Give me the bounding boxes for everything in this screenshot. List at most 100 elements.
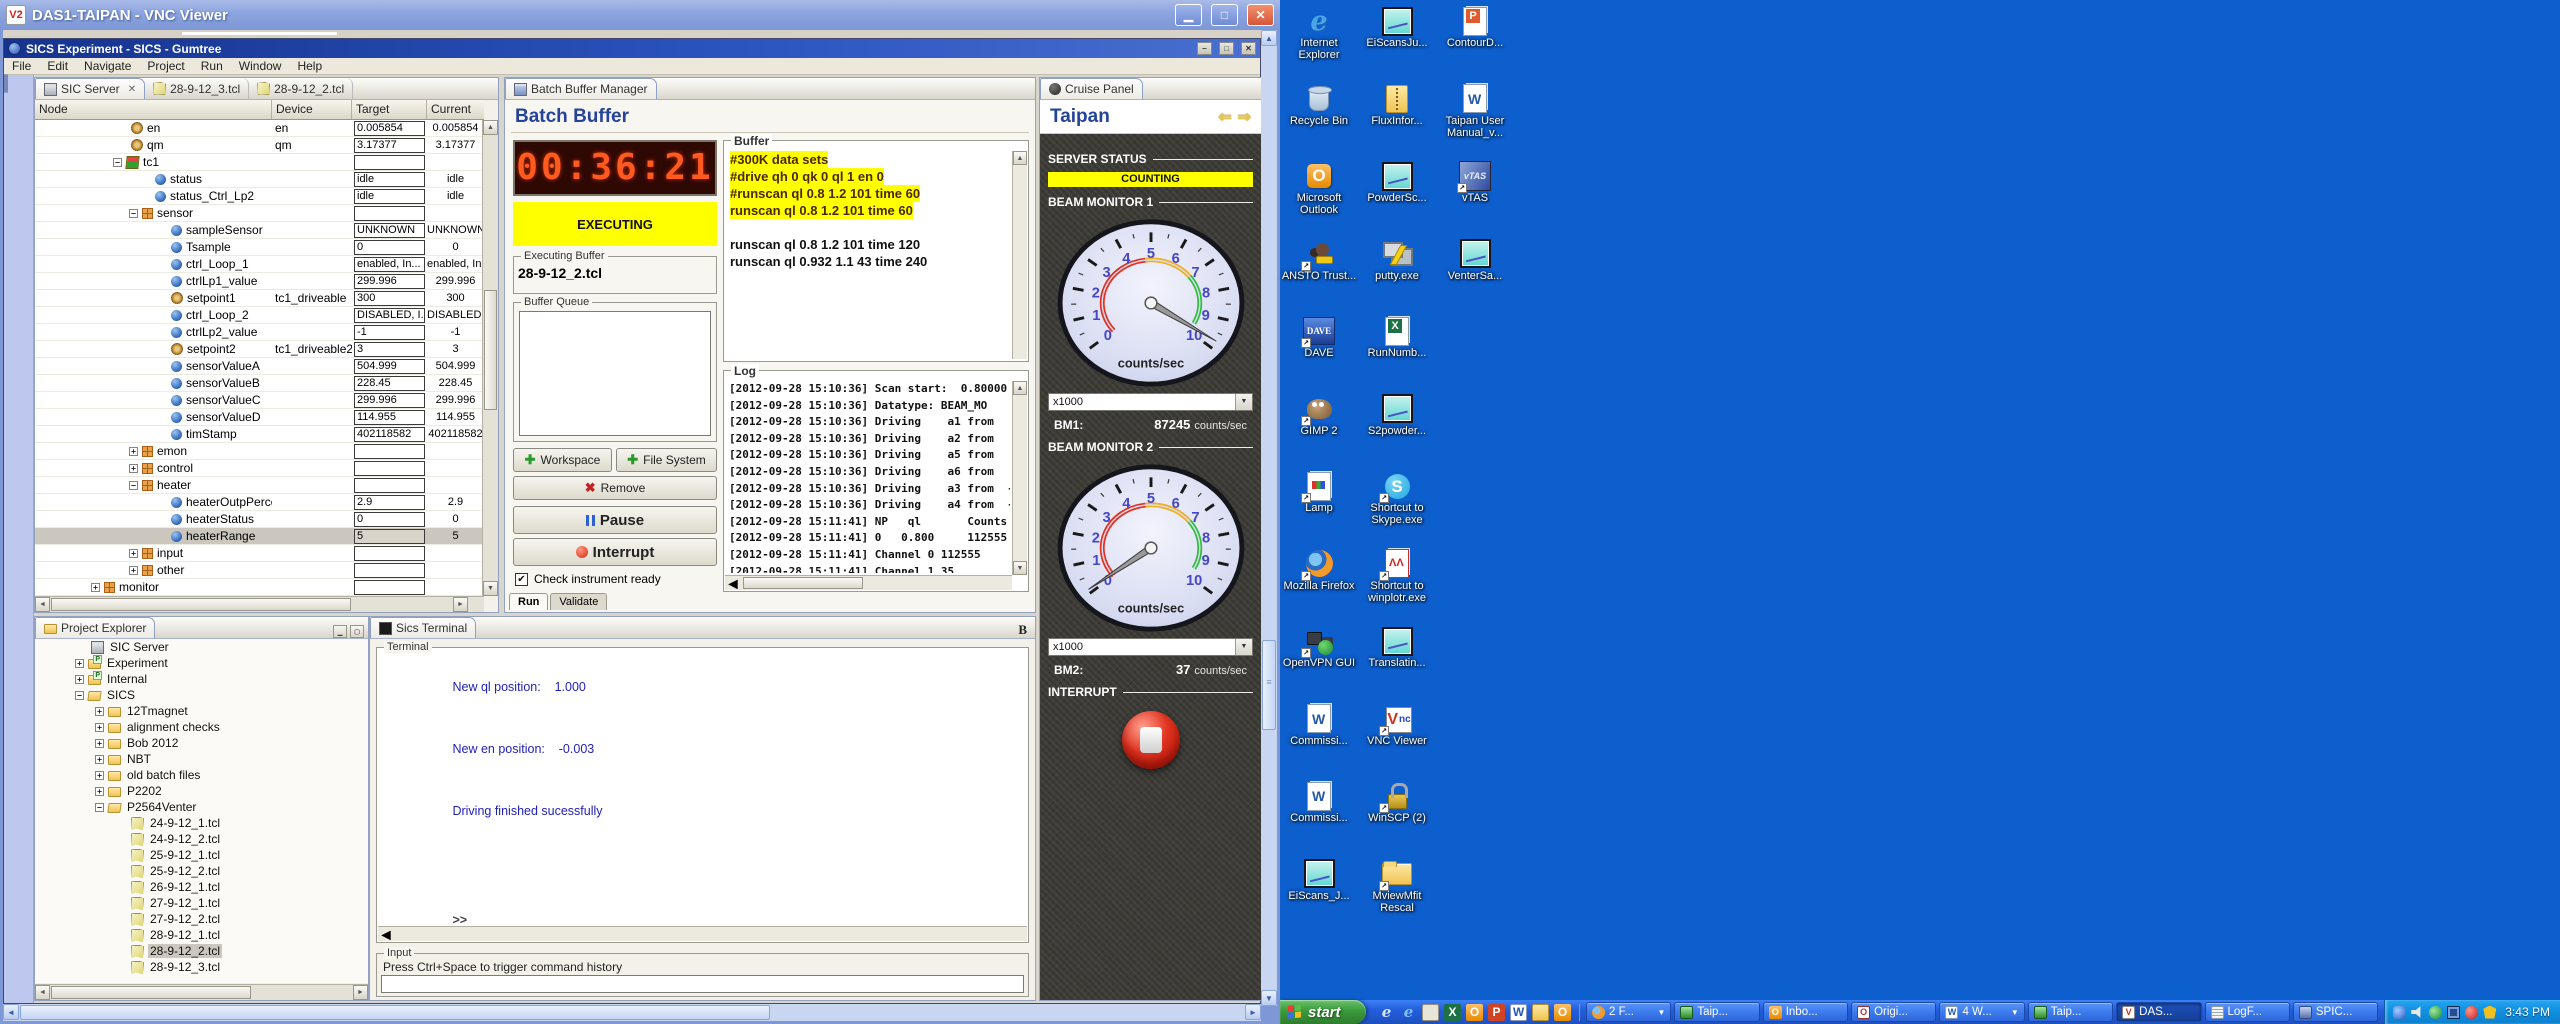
expand-toggle-icon[interactable]	[129, 481, 138, 490]
desktop-icon[interactable]: ANSTO Trust...	[1280, 239, 1358, 317]
list-item[interactable]: 28-9-12_3.tcl	[35, 959, 368, 975]
quick-launch-icon[interactable]	[1554, 1004, 1571, 1021]
target-cell[interactable]: 402118582	[352, 427, 427, 442]
desktop-icon[interactable]: Microsoft Outlook	[1280, 161, 1358, 239]
target-cell[interactable]	[352, 546, 427, 561]
list-item[interactable]: alignment checks	[35, 719, 368, 735]
target-cell[interactable]: enabled, In...	[352, 257, 427, 272]
project-explorer-tab[interactable]: Project Explorer	[35, 617, 155, 638]
quick-launch-icon[interactable]	[1378, 1004, 1395, 1021]
target-cell[interactable]: 299.996	[352, 274, 427, 289]
list-item[interactable]: 12Tmagnet	[35, 703, 368, 719]
menu-item[interactable]: File	[12, 59, 31, 73]
desktop-icon[interactable]: VenterSa...	[1436, 239, 1514, 317]
windows-desktop[interactable]: Internet Explorer Recycle Bin Microsoft …	[1280, 0, 2560, 1000]
list-item[interactable]: 25-9-12_2.tcl	[35, 863, 368, 879]
table-row[interactable]: other	[35, 562, 484, 579]
bm2-scale-dropdown[interactable]: x1000▼	[1048, 638, 1253, 656]
log-vertical-scrollbar[interactable]: ▲▼	[1012, 381, 1027, 575]
target-cell[interactable]: idle	[352, 189, 427, 204]
quick-launch-icon[interactable]	[1444, 1004, 1461, 1021]
desktop-icon[interactable]: VNC Viewer	[1358, 704, 1436, 782]
desktop-icon[interactable]: Translatin...	[1358, 626, 1436, 704]
table-row[interactable]: sensorValueD 114.955 114.955	[35, 409, 484, 426]
log-horizontal-scrollbar[interactable]: ◄►	[725, 575, 1012, 590]
list-item[interactable]: 27-9-12_1.tcl	[35, 895, 368, 911]
expand-toggle-icon[interactable]	[95, 803, 104, 812]
quick-launch-icon[interactable]	[1510, 1004, 1527, 1021]
target-cell[interactable]: 0	[352, 240, 427, 255]
column-header-target[interactable]: Target	[352, 100, 427, 119]
menu-item[interactable]: Navigate	[84, 59, 131, 73]
desktop-icon[interactable]: Recycle Bin	[1280, 84, 1358, 162]
quick-launch-icon[interactable]	[1532, 1004, 1549, 1021]
desktop-icon[interactable]: WinSCP (2)	[1358, 781, 1436, 859]
expand-toggle-icon[interactable]	[95, 739, 104, 748]
cruise-panel-tab[interactable]: Cruise Panel	[1040, 78, 1143, 99]
tree-horizontal-scrollbar[interactable]: ◄►	[35, 596, 484, 612]
target-cell[interactable]: 5	[352, 529, 427, 544]
minimize-view-icon[interactable]: ▁	[333, 625, 347, 638]
quick-launch-icon[interactable]	[1400, 1004, 1417, 1021]
vnc-horizontal-scrollbar[interactable]: ◄►	[3, 1004, 1261, 1021]
interrupt-button[interactable]: Interrupt	[513, 538, 717, 566]
table-row[interactable]: tc1	[35, 154, 484, 171]
target-cell[interactable]: 114.955	[352, 410, 427, 425]
target-cell[interactable]: 0.005854	[352, 121, 427, 136]
expand-toggle-icon[interactable]	[75, 691, 84, 700]
editor-tab[interactable]: 28-9-12_2.tcl	[249, 78, 353, 99]
task-button[interactable]: Origi... ▼	[1851, 1002, 1936, 1022]
table-row[interactable]: sensorValueB 228.45 228.45	[35, 375, 484, 392]
close-button[interactable]: ✕	[1247, 4, 1274, 26]
target-cell[interactable]	[352, 563, 427, 578]
target-cell[interactable]: idle	[352, 172, 427, 187]
tray-icon[interactable]	[2429, 1006, 2442, 1019]
desktop-icon[interactable]: EiScans_J...	[1280, 859, 1358, 937]
vnc-vertical-scrollbar[interactable]: ▲▼	[1261, 30, 1277, 1006]
target-cell[interactable]: DISABLED, I...	[352, 308, 427, 323]
quick-launch-icon[interactable]	[1422, 1004, 1439, 1021]
desktop-icon[interactable]: MviewMfit Rescal	[1358, 859, 1436, 937]
column-header-current[interactable]: Current ▲	[427, 100, 484, 119]
table-row[interactable]: qm qm 3.17377 3.17377	[35, 137, 484, 154]
table-row[interactable]: sensor	[35, 205, 484, 222]
expand-toggle-icon[interactable]	[91, 583, 100, 592]
expand-toggle-icon[interactable]	[75, 659, 84, 668]
table-row[interactable]: sensorValueC 299.996 299.996	[35, 392, 484, 409]
desktop-icon[interactable]: putty.exe	[1358, 239, 1436, 317]
desktop-icon[interactable]: OpenVPN GUI	[1280, 626, 1358, 704]
expand-toggle-icon[interactable]	[129, 447, 138, 456]
expand-toggle-icon[interactable]	[129, 566, 138, 575]
table-row[interactable]: monitor	[35, 579, 484, 596]
target-cell[interactable]: 2.9	[352, 495, 427, 510]
expand-toggle-icon[interactable]	[129, 464, 138, 473]
quick-launch-icon[interactable]	[1466, 1004, 1483, 1021]
list-item[interactable]: SICS	[35, 687, 368, 703]
remove-button[interactable]: ✖Remove	[513, 476, 717, 500]
expand-toggle-icon[interactable]	[95, 787, 104, 796]
close-tab-icon[interactable]: ✕	[128, 84, 136, 95]
list-item[interactable]: 28-9-12_1.tcl	[35, 927, 368, 943]
target-cell[interactable]	[352, 206, 427, 221]
buffer-scrollbar[interactable]: ▲	[1012, 151, 1027, 359]
desktop-icon[interactable]: vTAS	[1436, 161, 1514, 239]
batch-buffer-manager-tab[interactable]: Batch Buffer Manager	[505, 78, 657, 99]
task-button[interactable]: LogF... ▼	[2205, 1002, 2290, 1022]
task-button[interactable]: Inbo... ▼	[1763, 1002, 1848, 1022]
fast-view-icon[interactable]	[6, 74, 8, 93]
add-file-system-button[interactable]: ✚File System	[616, 448, 717, 472]
target-cell[interactable]: 3.17377	[352, 138, 427, 153]
table-row[interactable]: sensorValueA 504.999 504.999	[35, 358, 484, 375]
column-header-device[interactable]: Device	[272, 100, 352, 119]
list-item[interactable]: old batch files	[35, 767, 368, 783]
checkbox-checked-icon[interactable]	[515, 573, 528, 586]
table-row[interactable]: status_Ctrl_Lp2 idle idle	[35, 188, 484, 205]
column-header-node[interactable]: Node	[35, 100, 272, 119]
app-close-button[interactable]: ✕	[1241, 42, 1256, 55]
terminal-toolbar-button[interactable]: B	[1018, 622, 1035, 638]
desktop-icon[interactable]: PowderSc...	[1358, 161, 1436, 239]
terminal-command-input[interactable]	[381, 975, 1024, 993]
desktop-icon[interactable]: Commissi...	[1280, 781, 1358, 859]
expand-toggle-icon[interactable]	[129, 549, 138, 558]
editor-tab[interactable]: 28-9-12_3.tcl	[145, 78, 249, 99]
